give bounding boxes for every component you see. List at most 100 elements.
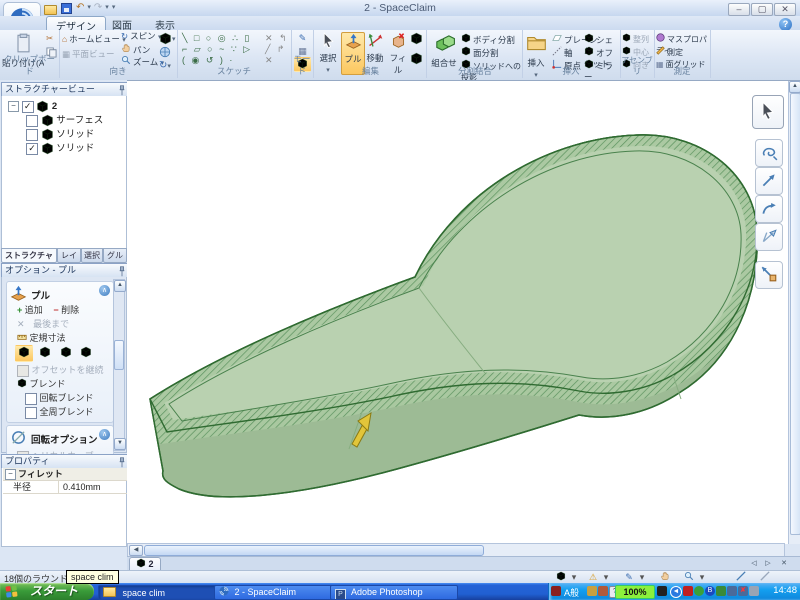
scroll-up-icon[interactable]: ▲ [114,280,126,292]
ime-pen-icon[interactable] [551,586,561,596]
rotate-blend-option[interactable]: 回転ブレンド [25,392,94,405]
align-button[interactable]: 整列 [622,33,649,44]
to-end-option[interactable]: ✕ 最後まで [17,318,69,330]
options-scroll-thumb[interactable] [114,340,124,370]
status-zoom-button[interactable] [682,571,696,583]
home-view-button[interactable]: ⌂ホームビュー ▾ [62,34,126,45]
close-button[interactable]: ✕ [774,3,796,16]
add-option[interactable]: + 追加 − 削除 [17,304,79,316]
axis-button[interactable]: 軸 [552,46,573,57]
measure-button[interactable]: 測定 [656,46,683,57]
spin-button[interactable]: ↻スピン ▾ [121,31,162,42]
replace-tool-button[interactable] [410,32,423,45]
expander-icon[interactable]: − [5,469,16,480]
sketch-trim-tools[interactable]: ✕ ↰ [265,33,289,43]
scroll-left-icon[interactable]: ◀ [129,545,143,556]
update-tray-icon[interactable] [694,586,704,596]
sketch-caret-icon[interactable]: ▾ [638,571,646,583]
move-button[interactable]: 移動 [364,32,386,64]
ime-pad-icon[interactable] [598,586,608,596]
view-style-button[interactable]: ▾ [159,32,176,45]
hscroll-thumb[interactable] [144,545,484,556]
property-group-row[interactable]: −フィレット [3,468,127,481]
taskbar-item-spaceclaim[interactable]: 2 - SpaceClaim [214,585,336,600]
ime-tool-icon[interactable] [587,586,597,596]
usb-device-icon[interactable] [749,586,759,596]
status-measure-button[interactable] [734,571,748,583]
collapse-section-icon[interactable]: ∧ [99,285,110,296]
pin-icon[interactable] [118,85,126,96]
pull-type-both-button[interactable] [15,345,33,362]
pull-type-up-button[interactable] [36,345,54,362]
pin-icon[interactable] [118,457,126,468]
tool-guide-select-button[interactable] [752,95,784,129]
vscroll-thumb[interactable] [790,93,800,535]
tab-structure-view[interactable]: ストラクチャービュー [1,248,57,263]
solid2-checkbox[interactable]: ✓ [26,143,38,155]
tool-guide-revolve-button[interactable] [755,195,783,223]
network-error-icon[interactable]: ✘ [738,586,748,596]
chart-tray-icon[interactable] [716,586,726,596]
tab-layer[interactable]: レイヤ [57,248,81,263]
scroll-down-icon[interactable]: ▼ [114,438,126,450]
sketch-delete-tool[interactable]: ✕ [265,55,275,65]
expander-icon[interactable]: − [8,101,19,112]
battery-meter[interactable]: 100% [615,585,655,599]
sketch-tools-row2[interactable]: ⌐ ▱ ○ ~ ∵ ▷ [182,44,252,54]
status-snap-button[interactable] [554,571,568,583]
split-body-button[interactable]: ボディ分割 [461,33,515,44]
taskbar-item-folder[interactable]: space clim [98,585,220,600]
tab-close-icon[interactable]: ✕ [778,559,790,569]
blend-option[interactable]: ブレンド [17,378,66,390]
pan-button[interactable]: パン [121,43,150,54]
cut-button[interactable]: ✂ [46,33,53,44]
combine-button[interactable]: 組合せ [429,32,459,69]
offset-button[interactable]: オフセット [584,46,620,57]
view-globe-button[interactable] [159,46,171,61]
body-tool-button[interactable] [410,52,423,65]
tree-item-solid-2[interactable]: ✓ ソリッド [26,142,94,155]
scroll-up-icon[interactable]: ▲ [789,81,800,93]
radius-value[interactable]: 0.410mm [63,481,123,493]
mass-properties-button[interactable]: マスプロパティ [656,33,710,44]
start-button[interactable]: スタート [0,583,94,600]
tab-group[interactable]: グループ [103,248,127,263]
offset-continue-option[interactable]: オフセットを継続 [17,364,104,377]
tab-view[interactable]: 表示 [146,16,184,30]
restore-button[interactable]: ▢ [751,3,773,16]
viewport-vscrollbar[interactable]: ▲ [788,81,800,544]
status-warning-button[interactable]: ⚠ [586,571,600,583]
document-tab[interactable]: 2 [129,557,161,571]
surface-checkbox[interactable] [26,115,38,127]
pull-type-side-button[interactable] [57,345,75,362]
tab-design[interactable]: デザイン [46,16,106,31]
tree-item-solid-1[interactable]: ソリッド [26,128,94,141]
minimize-button[interactable]: – [728,3,750,16]
sketch-tools-row3[interactable]: ( ◉ ↺ ) · [182,55,234,65]
root-checkbox[interactable]: ✓ [22,101,34,113]
model-canvas[interactable] [127,81,787,544]
tab-selection[interactable]: 選択 [81,248,103,263]
options-scrollbar[interactable]: ▲ ▼ [113,279,125,451]
tree-item-surface[interactable]: サーフェス [26,114,103,127]
tab-next-icon[interactable]: ▷ [762,559,774,569]
language-toggle-icon[interactable]: ◄ [670,586,682,598]
bluetooth-icon[interactable]: B [705,586,715,596]
taskbar-item-photoshop[interactable]: P Adobe Photoshop [330,585,458,600]
tool-guide-direction-button[interactable] [755,167,783,195]
power-plug-icon[interactable] [657,586,667,596]
pin-icon[interactable] [118,266,126,277]
shell-button[interactable]: シェル [584,33,620,44]
tree-root-row[interactable]: − ✓ 2 [8,100,57,113]
tool-guide-sweep-button[interactable] [755,223,783,251]
snap-caret-icon[interactable]: ▾ [570,571,578,583]
sketch-fillet-tools[interactable]: ╱ ↱ [265,44,286,54]
status-dimension-button[interactable] [758,571,772,583]
sketch-tools-row1[interactable]: ╲ □ ○ ◎ ∴ ▯ [182,33,251,43]
status-sketch-button[interactable]: ✎ [622,571,636,583]
ati-tray-icon[interactable] [683,586,693,596]
full-blend-option[interactable]: 全周ブレンド [25,406,94,419]
network-icon[interactable] [727,586,737,596]
title-bar[interactable]: ↶▾↷▾▾ 2 - SpaceClaim – ▢ ✕ [0,0,800,16]
pull-type-flat-button[interactable] [77,345,95,362]
